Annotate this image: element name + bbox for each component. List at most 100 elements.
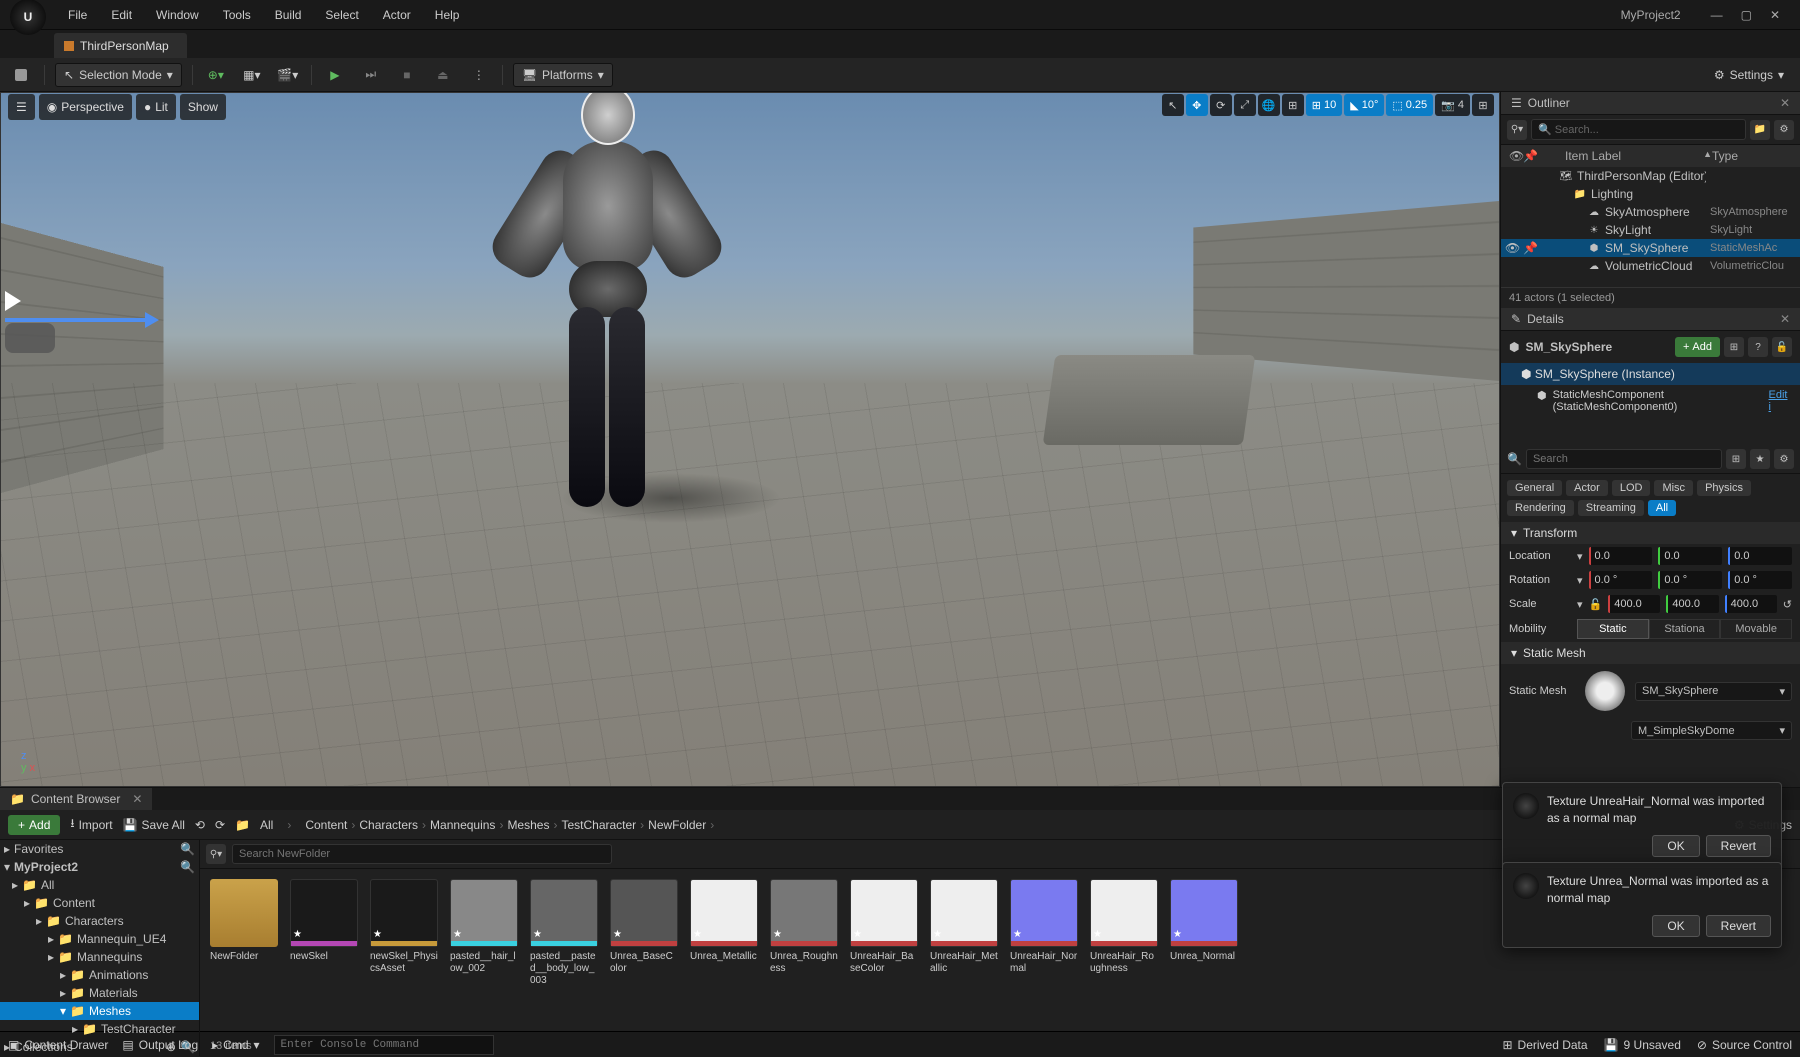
- crumb-newfolder[interactable]: NewFolder: [648, 818, 706, 832]
- minimize-icon[interactable]: —: [1711, 8, 1723, 22]
- close-icon[interactable]: ✕: [1780, 312, 1790, 326]
- crumb-characters[interactable]: Characters: [359, 818, 418, 832]
- surface-snap-toggle[interactable]: ⊞: [1282, 94, 1304, 116]
- grid-snap-button[interactable]: ⊞10: [1306, 94, 1342, 116]
- skip-button[interactable]: ⏭: [358, 62, 384, 88]
- material-dropdown[interactable]: M_SimpleSkyDome▾: [1631, 721, 1792, 740]
- crumb-testcharacter[interactable]: TestCharacter: [561, 818, 636, 832]
- asset-item[interactable]: ★UnreaHair_Metallic: [930, 879, 998, 1026]
- add-component-button[interactable]: +Add: [1675, 337, 1720, 357]
- transform-section[interactable]: ▾Transform: [1501, 522, 1800, 544]
- cb-save-all-button[interactable]: 💾Save All: [123, 818, 185, 832]
- details-tab[interactable]: ✎ Details ✕: [1501, 308, 1800, 331]
- close-icon[interactable]: ✕: [132, 792, 142, 806]
- col-label[interactable]: Item Label: [1565, 149, 1703, 163]
- tree-row[interactable]: ▸📁TestCharacter: [0, 1020, 199, 1038]
- tree-row[interactable]: ▸📁Mannequin_UE4: [0, 930, 199, 948]
- asset-item[interactable]: ★Unrea_Metallic: [690, 879, 758, 1026]
- content-browser-tab[interactable]: 📁 Content Browser ✕: [0, 788, 152, 810]
- filter-button[interactable]: ⚲▾: [206, 844, 226, 864]
- play-button[interactable]: ▶: [322, 62, 348, 88]
- instance-row[interactable]: ⬢ SM_SkySphere (Instance): [1501, 363, 1800, 385]
- selection-mode-button[interactable]: ↖ Selection Mode ▾: [55, 63, 182, 87]
- play-options-button[interactable]: ⋮: [466, 62, 492, 88]
- asset-item[interactable]: ★Unrea_Roughness: [770, 879, 838, 1026]
- source-control-button[interactable]: ⊘Source Control: [1697, 1038, 1792, 1052]
- edit-link[interactable]: Edit i: [1769, 389, 1790, 413]
- asset-item[interactable]: ★newSkel: [290, 879, 358, 1026]
- filter-button[interactable]: ⚲▾: [1507, 120, 1527, 140]
- toast-revert-button[interactable]: Revert: [1706, 915, 1771, 937]
- toast-revert-button[interactable]: Revert: [1706, 835, 1771, 857]
- close-icon[interactable]: ✕: [1770, 8, 1780, 22]
- settings-button[interactable]: ⚙ Settings ▾: [1706, 64, 1792, 86]
- outliner-settings-button[interactable]: ⚙: [1774, 120, 1794, 140]
- platforms-button[interactable]: 🖥 Platforms ▾: [513, 63, 613, 87]
- camera-speed-button[interactable]: 📷4: [1435, 94, 1470, 116]
- crumb-content[interactable]: Content: [305, 818, 347, 832]
- asset-item[interactable]: ★UnreaHair_Roughness: [1090, 879, 1158, 1026]
- menu-actor[interactable]: Actor: [371, 2, 423, 28]
- cb-add-button[interactable]: +Add: [8, 815, 60, 835]
- rotate-tool[interactable]: ⟳: [1210, 94, 1232, 116]
- col-type[interactable]: Type: [1712, 149, 1792, 163]
- filter-general[interactable]: General: [1507, 480, 1562, 496]
- filter-streaming[interactable]: Streaming: [1578, 500, 1644, 516]
- lit-button[interactable]: ● Lit: [136, 94, 176, 120]
- loc-z[interactable]: 0.0: [1728, 547, 1792, 565]
- loc-x[interactable]: 0.0: [1589, 547, 1653, 565]
- eye-icon[interactable]: 👁: [1509, 149, 1523, 163]
- loc-y[interactable]: 0.0: [1658, 547, 1722, 565]
- details-settings-icon[interactable]: ⚙: [1774, 449, 1794, 469]
- close-icon[interactable]: ✕: [1780, 96, 1790, 110]
- outliner-row[interactable]: 📁Lighting: [1501, 185, 1800, 203]
- outliner-row[interactable]: ☁SkyAtmosphereSkyAtmosphere: [1501, 203, 1800, 221]
- scale-z[interactable]: 400.0: [1725, 595, 1777, 613]
- cmd-dropdown[interactable]: ▸Cmd▾: [212, 1038, 259, 1052]
- filter-all[interactable]: All: [1648, 500, 1676, 516]
- marketplace-button[interactable]: ▦▾: [239, 62, 265, 88]
- outliner-row[interactable]: 👁📌⬢SM_SkySphereStaticMeshAc: [1501, 239, 1800, 257]
- tree-row[interactable]: ▸📁Materials: [0, 984, 199, 1002]
- component-row[interactable]: ⬢StaticMeshComponent (StaticMeshComponen…: [1501, 385, 1800, 417]
- map-tab[interactable]: ThirdPersonMap: [54, 33, 187, 58]
- tree-row[interactable]: ▸📁All: [0, 876, 199, 894]
- eject-button[interactable]: ⏏: [430, 62, 456, 88]
- favorite-icon[interactable]: ★: [1750, 449, 1770, 469]
- menu-help[interactable]: Help: [423, 2, 472, 28]
- unsaved-button[interactable]: 💾9 Unsaved: [1604, 1038, 1681, 1052]
- content-drawer-button[interactable]: ▣Content Drawer: [8, 1038, 108, 1052]
- outliner-search[interactable]: 🔍 Search...: [1531, 119, 1746, 140]
- asset-item[interactable]: ★UnreaHair_Normal: [1010, 879, 1078, 1026]
- history-fwd-button[interactable]: ⟳: [215, 818, 225, 832]
- viewport[interactable]: z y x: [1, 93, 1499, 786]
- mesh-thumbnail[interactable]: [1585, 671, 1625, 711]
- toast-ok-button[interactable]: OK: [1652, 915, 1699, 937]
- search-icon[interactable]: 🔍: [180, 860, 195, 874]
- tree-row[interactable]: ▸📁Content: [0, 894, 199, 912]
- rot-z[interactable]: 0.0 °: [1728, 571, 1792, 589]
- coord-toggle[interactable]: 🌐: [1258, 94, 1280, 116]
- cb-import-button[interactable]: ⭳Import: [70, 814, 112, 835]
- output-log-button[interactable]: ▤Output Log: [122, 1038, 198, 1052]
- scale-y[interactable]: 400.0: [1666, 595, 1718, 613]
- translate-tool[interactable]: ✥: [1186, 94, 1208, 116]
- tree-row[interactable]: ▸📁Animations: [0, 966, 199, 984]
- outliner-row[interactable]: 🗺ThirdPersonMap (Editor): [1501, 167, 1800, 185]
- outliner-row[interactable]: ☀SkyLightSkyLight: [1501, 221, 1800, 239]
- search-icon[interactable]: 🔍: [180, 842, 195, 856]
- filter-lod[interactable]: LOD: [1612, 480, 1651, 496]
- toast-ok-button[interactable]: OK: [1652, 835, 1699, 857]
- menu-edit[interactable]: Edit: [99, 2, 144, 28]
- tree-row[interactable]: ▸📁Characters: [0, 912, 199, 930]
- scale-tool[interactable]: ⤢: [1234, 94, 1256, 116]
- filter-misc[interactable]: Misc: [1654, 480, 1693, 496]
- cinematics-button[interactable]: 🎬▾: [275, 62, 301, 88]
- rot-x[interactable]: 0.0 °: [1589, 571, 1653, 589]
- crumb-meshes[interactable]: Meshes: [507, 818, 549, 832]
- asset-item[interactable]: NewFolder: [210, 879, 278, 1026]
- asset-item[interactable]: ★Unrea_BaseColor: [610, 879, 678, 1026]
- menu-select[interactable]: Select: [313, 2, 370, 28]
- details-search-input[interactable]: [1526, 449, 1722, 469]
- maximize-icon[interactable]: ▢: [1741, 8, 1752, 22]
